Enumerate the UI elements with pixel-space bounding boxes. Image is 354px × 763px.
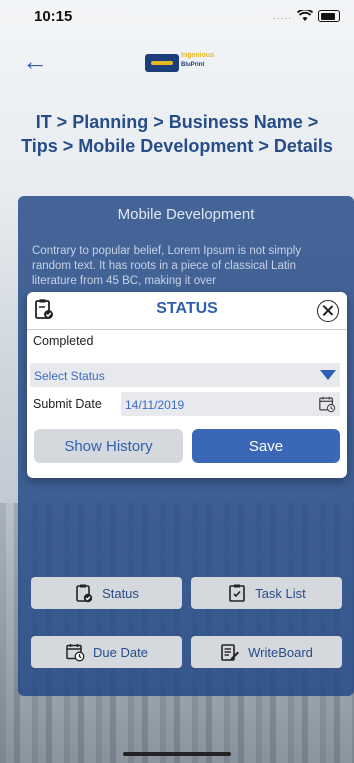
status-bar: 10:15 ..... — [0, 0, 354, 34]
current-status-text: Completed — [33, 334, 94, 348]
close-icon[interactable] — [317, 300, 339, 322]
task-list-button-label: Task List — [255, 585, 306, 601]
dialog-title: STATUS — [156, 300, 218, 317]
status-button-label: Status — [102, 585, 139, 601]
status-button[interactable]: Status — [31, 577, 182, 609]
home-indicator — [123, 752, 231, 756]
panel-title: Mobile Development — [117, 206, 255, 223]
status-dialog: STATUS Completed Select Status Submit Da… — [27, 292, 347, 478]
status-select[interactable]: Select Status — [30, 363, 340, 387]
submit-date-label: Submit Date — [33, 397, 102, 411]
due-date-button[interactable]: Due Date — [31, 636, 182, 668]
clipboard-check-icon — [76, 584, 93, 603]
status-select-value: Select Status — [34, 369, 105, 383]
signal-icon: ..... — [273, 10, 292, 22]
battery-icon — [318, 10, 340, 22]
submit-date-field[interactable]: 14/11/2019 — [121, 392, 340, 416]
task-list-button[interactable]: Task List — [191, 577, 342, 609]
dropdown-arrow-icon — [320, 370, 336, 380]
status-time: 10:15 — [34, 8, 73, 25]
due-date-button-label: Due Date — [93, 644, 148, 660]
calendar-clock-icon[interactable] — [318, 395, 336, 413]
writeboard-button[interactable]: WriteBoard — [191, 636, 342, 668]
submit-date-value: 14/11/2019 — [125, 398, 185, 412]
note-edit-icon — [221, 644, 240, 661]
logo-mark — [145, 54, 179, 72]
dialog-divider — [27, 329, 347, 330]
save-button[interactable]: Save — [192, 429, 340, 463]
breadcrumb: IT > Planning > Business Name > Tips > M… — [21, 112, 333, 156]
wifi-icon — [297, 10, 313, 21]
back-arrow-icon[interactable]: ← — [22, 48, 48, 74]
logo-text-bottom: BluPrint — [181, 62, 205, 68]
app-logo: Ingenious BluPrint — [145, 52, 263, 72]
show-history-button[interactable]: Show History — [34, 429, 183, 463]
dialog-header: STATUS — [27, 292, 347, 328]
logo-text-top: Ingenious — [181, 52, 215, 59]
checklist-icon — [229, 584, 246, 602]
calendar-clock-icon — [66, 644, 85, 662]
panel-description: Contrary to popular belief, Lorem Ipsum … — [32, 245, 302, 287]
writeboard-button-label: WriteBoard — [248, 644, 313, 660]
status-indicators: ..... — [273, 10, 340, 22]
nav-bar: ← Ingenious BluPrint — [0, 40, 354, 84]
